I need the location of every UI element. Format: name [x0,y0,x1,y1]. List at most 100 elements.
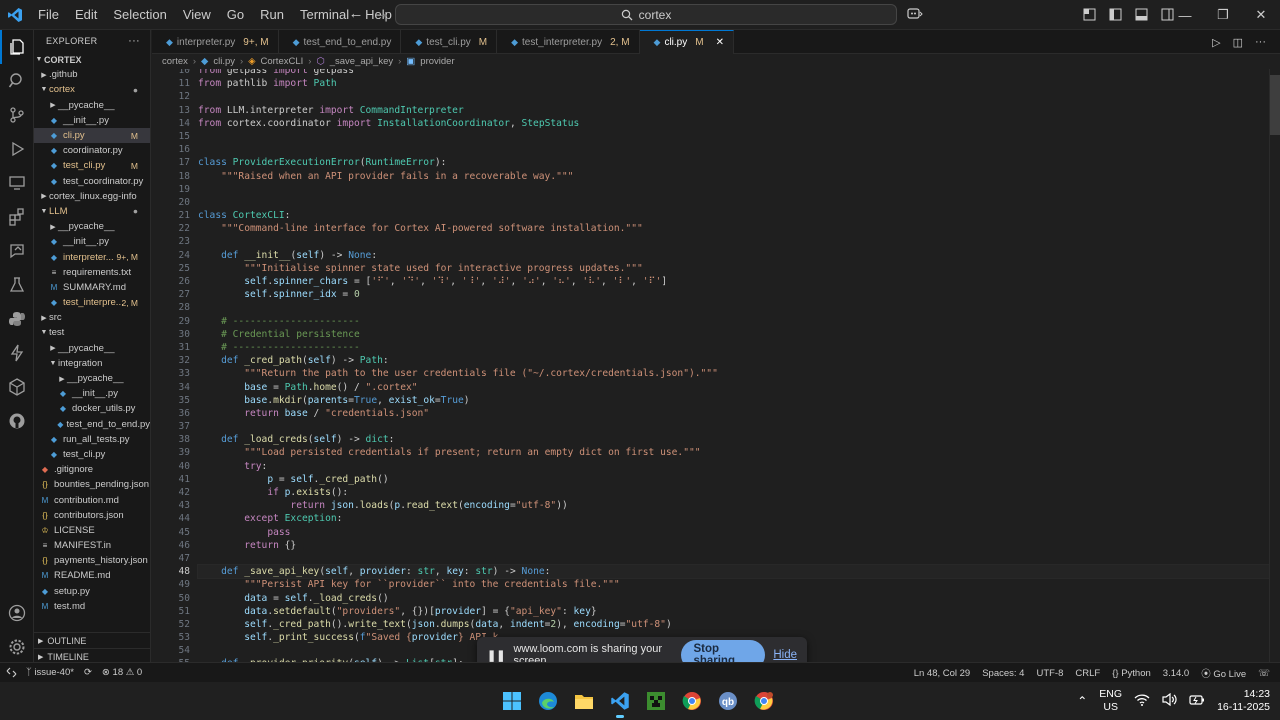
code-line[interactable]: """Command-line interface for Cortex AI-… [198,222,1269,235]
breadcrumb-item[interactable]: CortexCLI [261,56,304,67]
code-line[interactable]: from LLM.interpreter import CommandInter… [198,104,1269,117]
notifications-bell-icon[interactable]: ☏ [1258,668,1270,679]
file-item[interactable]: ≡ MANIFEST.in [34,538,150,553]
explorer-view-icon[interactable] [0,30,34,64]
copilot-chat-icon[interactable] [0,336,34,370]
tab-test_end_to_end-py[interactable]: ◆ test_end_to_end.py [279,30,402,54]
manage-gear-icon[interactable] [0,630,34,664]
code-line[interactable]: return base / "credentials.json" [198,407,1269,420]
file-item[interactable]: ◆ docker_utils.py [34,401,150,416]
folder-item[interactable]: ▼ test [34,325,150,340]
code-editor[interactable]: 10 11 12 13 14 15 16 17 18 19 20 21 22 23 24 25 26 27 28 29… [152,69,1269,662]
code-line[interactable]: except Exception: [198,512,1269,525]
minecraft-icon[interactable] [638,682,674,720]
remote-explorer-icon[interactable] [0,166,34,200]
folder-item[interactable]: ▶ cortex_linux.egg-info [34,189,150,204]
file-item[interactable]: M README.md [34,568,150,583]
file-item[interactable]: ◆ test_coordinator.py [34,174,150,189]
editor-scrollbar[interactable] [1269,69,1280,662]
file-item[interactable]: ◆ __init__.py [34,386,150,401]
folder-item[interactable]: ▶ __pycache__ [34,98,150,113]
tab-test_cli-py[interactable]: ◆ test_cli.py M [401,30,498,54]
file-item[interactable]: {} bounties_pending.json [34,477,150,492]
more-editor-actions-icon[interactable]: ··· [1255,36,1266,49]
menu-item-file[interactable]: File [30,0,67,30]
code-line[interactable]: def _cred_path(self) -> Path: [198,354,1269,367]
code-line[interactable]: self.spinner_idx = 0 [198,288,1269,301]
code-line[interactable]: if p.exists(): [198,486,1269,499]
scrollbar-thumb[interactable] [1270,75,1280,135]
chrome-profile-icon[interactable] [746,682,782,720]
code-line[interactable]: from getpass import getpass [198,69,1269,77]
explorer-root[interactable]: ▼ CORTEX [34,52,150,67]
system-clock[interactable]: 14:23 16-11-2025 [1217,688,1270,714]
indentation[interactable]: Spaces: 4 [982,668,1024,679]
customize-layout-icon[interactable] [1080,5,1098,23]
file-item[interactable]: ≡ requirements.txt [34,265,150,280]
code-line[interactable]: """Initialise spinner state used for int… [198,262,1269,275]
file-item[interactable]: ◆ test_end_to_end.py [34,417,150,432]
accounts-icon[interactable] [0,596,34,630]
code-line[interactable]: self._cred_path().write_text(json.dumps(… [198,618,1269,631]
python-icon[interactable] [0,302,34,336]
code-line[interactable]: data = self._load_creds() [198,592,1269,605]
folder-item[interactable]: ▼ LLM ● [34,204,150,219]
code-line[interactable]: def _save_api_key(self, provider: str, k… [197,564,1269,580]
chrome-icon[interactable] [674,682,710,720]
code-line[interactable]: pass [198,526,1269,539]
code-line[interactable]: # ---------------------- [198,341,1269,354]
remote-indicator-icon[interactable] [0,663,22,683]
run-file-icon[interactable]: ▷ [1212,36,1220,49]
copilot-icon[interactable] [906,5,924,23]
code-line[interactable]: """Raised when an API provider fails in … [198,170,1269,183]
close-tab-icon[interactable]: ✕ [716,37,724,48]
file-item[interactable]: Mcontribution.md [34,492,150,507]
code-line[interactable]: from cortex.coordinator import Installat… [198,117,1269,130]
folder-item[interactable]: ▶ .github [34,67,150,82]
code-line[interactable]: return json.loads(p.read_text(encoding="… [198,499,1269,512]
code-line[interactable] [198,552,1269,565]
pause-icon[interactable]: ❚❚ [487,649,505,662]
file-item[interactable]: M SUMMARY.md [34,280,150,295]
sync-icon[interactable]: ⟳ [84,667,92,678]
problems-status[interactable]: ⊗ 18 ⚠ 0 [102,667,142,678]
breadcrumb-item[interactable]: provider [420,56,454,67]
outline-section[interactable]: ▶ OUTLINE [34,632,150,648]
file-item[interactable]: ◆ coordinator.py [34,143,150,158]
show-hidden-icons-icon[interactable]: ⌃ [1077,694,1087,708]
folder-item[interactable]: ▶ __pycache__ [34,219,150,234]
vscode-taskbar-icon[interactable] [602,682,638,720]
testing-icon[interactable] [0,268,34,302]
back-arrow-icon[interactable]: ← [346,5,366,22]
split-editor-icon[interactable]: ◫ [1233,36,1243,49]
code-line[interactable]: # ---------------------- [198,315,1269,328]
battery-icon[interactable] [1189,694,1205,709]
close-window-icon[interactable]: ✕ [1242,0,1280,30]
windows-start-icon[interactable] [494,682,530,720]
code-line[interactable]: return {} [198,539,1269,552]
code-line[interactable]: """Persist API key for ``provider`` into… [198,578,1269,591]
folder-item[interactable]: ▼ cortex ● [34,82,150,97]
file-item[interactable]: {} contributors.json [34,508,150,523]
file-item[interactable]: Mtest.md [34,599,150,614]
go-live-button[interactable]: ⦿ Go Live [1201,666,1246,680]
github-icon[interactable] [0,404,34,438]
folder-item[interactable]: ▶ src [34,310,150,325]
code-line[interactable]: try: [198,460,1269,473]
code-line[interactable] [198,143,1269,156]
file-item[interactable]: ◆ .gitignore [34,462,150,477]
edge-browser-icon[interactable] [530,682,566,720]
file-item[interactable]: ◆ interpreter... 9+, M [34,249,150,264]
qbittorrent-icon[interactable]: qb [710,682,746,720]
branch-status[interactable]: ᛉ issue-40* [26,667,74,678]
tab-test_interpreter-py[interactable]: ◆ test_interpreter.py 2, M [497,30,640,54]
file-item[interactable]: ◆ test_interpre... 2, M [34,295,150,310]
wifi-icon[interactable] [1134,693,1150,709]
code-line[interactable]: base = Path.home() / ".cortex" [198,381,1269,394]
file-item[interactable]: ◆ __init__.py [34,234,150,249]
code-line[interactable] [198,301,1269,314]
input-language[interactable]: ENG US [1099,688,1122,714]
code-line[interactable]: class CortexCLI: [198,209,1269,222]
run-debug-icon[interactable] [0,132,34,166]
volume-icon[interactable] [1162,692,1177,709]
